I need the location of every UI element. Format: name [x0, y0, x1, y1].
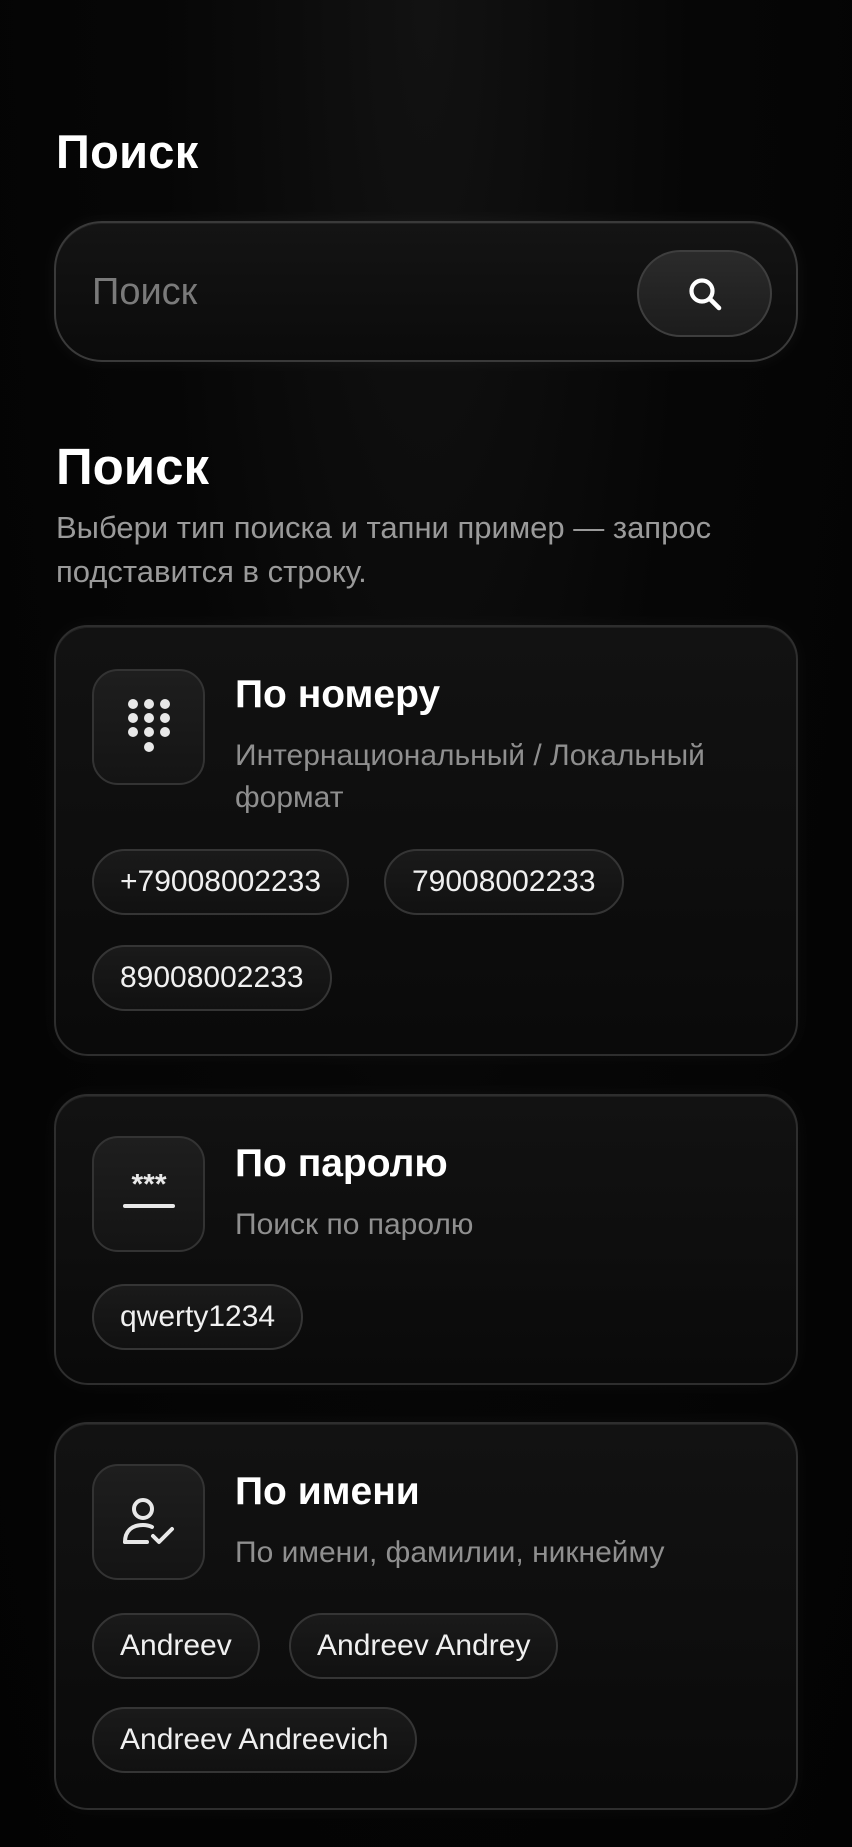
card-icon-container: ***: [92, 1136, 205, 1252]
card-icon-container: [92, 1464, 205, 1580]
search-bar: [54, 221, 798, 362]
example-chip[interactable]: 89008002233: [92, 945, 332, 1011]
dialpad-icon: [127, 699, 170, 752]
svg-text:***: ***: [131, 1174, 166, 1201]
example-chip[interactable]: Andreev Andrey: [289, 1613, 559, 1679]
example-chip[interactable]: +79008002233: [92, 849, 350, 915]
section-description: Выбери тип поиска и тапни пример — запро…: [56, 510, 712, 589]
page-title: Поиск: [56, 125, 199, 178]
search-type-card-name[interactable]: По имени По имени, фамилии, никнейму And…: [54, 1422, 798, 1810]
example-chip[interactable]: Andreev: [92, 1613, 260, 1679]
card-title: По паролю: [235, 1142, 448, 1185]
card-icon-container: [92, 669, 205, 785]
search-button[interactable]: [637, 250, 772, 337]
card-subtitle: По имени, фамилии, никнейму: [235, 1536, 665, 1569]
search-input[interactable]: [92, 257, 612, 327]
example-chip[interactable]: qwerty1234: [92, 1284, 304, 1350]
search-screen: Поиск Поиск Выбери тип поиска и тапни пр…: [0, 0, 852, 1847]
user-check-icon: [122, 1498, 174, 1544]
example-chip[interactable]: 79008002233: [384, 849, 624, 915]
password-icon: ***: [122, 1174, 175, 1208]
card-title: По имени: [235, 1470, 420, 1513]
example-chip[interactable]: Andreev Andreevich: [92, 1707, 417, 1773]
section-title: Поиск: [56, 438, 210, 495]
search-type-card-phone[interactable]: По номеру Интернациональный / Локальный …: [54, 625, 798, 1056]
card-title: По номеру: [235, 673, 441, 716]
search-icon: [688, 277, 721, 310]
card-subtitle: Интернациональный / Локальный формат: [235, 739, 705, 814]
card-subtitle: Поиск по паролю: [235, 1208, 474, 1241]
search-type-card-password[interactable]: *** По паролю Поиск по паролю qwerty1234: [54, 1094, 798, 1385]
